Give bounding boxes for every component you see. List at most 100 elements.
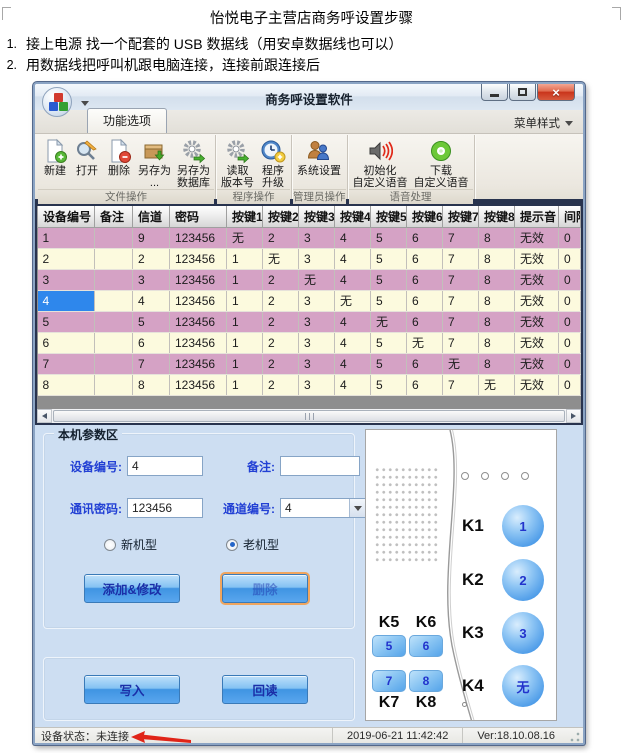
table-cell[interactable]: 1 (227, 353, 263, 374)
column-header[interactable]: 按键7 (443, 206, 479, 227)
key-button-k2[interactable]: 2 (502, 559, 544, 601)
table-cell[interactable]: 0 (559, 248, 581, 269)
table-cell[interactable]: 5 (371, 269, 407, 290)
ribbon-button-open[interactable]: 打开 (71, 137, 103, 189)
table-cell[interactable]: 5 (371, 374, 407, 395)
table-cell[interactable]: 0 (559, 227, 581, 248)
table-cell[interactable]: 0 (559, 269, 581, 290)
table-cell[interactable]: 4 (335, 353, 371, 374)
table-cell[interactable]: 0 (559, 290, 581, 311)
close-button[interactable]: × (537, 84, 575, 101)
resize-grip-icon[interactable] (569, 731, 581, 743)
table-cell[interactable]: 7 (38, 353, 95, 374)
table-cell[interactable]: 6 (133, 332, 170, 353)
table-cell[interactable]: 1 (227, 332, 263, 353)
table-cell[interactable]: 3 (299, 248, 335, 269)
table-cell[interactable]: 6 (407, 269, 443, 290)
table-cell[interactable] (95, 332, 133, 353)
ribbon-button-save-as[interactable]: 另存为 ... (135, 137, 174, 189)
table-cell[interactable]: 123456 (170, 269, 227, 290)
column-header[interactable]: 按键4 (335, 206, 371, 227)
table-cell[interactable]: 3 (299, 227, 335, 248)
table-cell[interactable]: 7 (443, 374, 479, 395)
table-cell[interactable]: 2 (263, 353, 299, 374)
horizontal-scrollbar[interactable] (35, 409, 583, 423)
table-cell[interactable]: 5 (371, 227, 407, 248)
scrollbar-thumb[interactable] (53, 410, 565, 422)
table-cell[interactable]: 123456 (170, 227, 227, 248)
column-header[interactable]: 密码 (170, 206, 227, 227)
ribbon-button-system-settings[interactable]: 系统设置 (294, 137, 344, 189)
table-cell[interactable]: 无效 (515, 332, 559, 353)
table-cell[interactable]: 5 (38, 311, 95, 332)
key-button-k5[interactable]: 5 (372, 635, 406, 657)
channel-select[interactable]: 4 (280, 498, 366, 518)
table-cell[interactable]: 6 (38, 332, 95, 353)
column-header[interactable]: 按键3 (299, 206, 335, 227)
table-cell[interactable]: 8 (479, 311, 515, 332)
table-cell[interactable]: 7 (443, 311, 479, 332)
table-cell[interactable]: 6 (407, 248, 443, 269)
table-cell[interactable]: 0 (559, 374, 581, 395)
table-cell[interactable]: 7 (443, 332, 479, 353)
table-cell[interactable]: 无 (443, 353, 479, 374)
table-cell[interactable]: 123456 (170, 332, 227, 353)
table-cell[interactable]: 3 (133, 269, 170, 290)
table-cell[interactable]: 无效 (515, 227, 559, 248)
table-cell[interactable]: 5 (371, 332, 407, 353)
table-cell[interactable]: 123456 (170, 374, 227, 395)
column-header[interactable]: 按键5 (371, 206, 407, 227)
table-cell[interactable]: 8 (479, 227, 515, 248)
table-cell[interactable]: 3 (299, 332, 335, 353)
table-cell[interactable]: 1 (227, 311, 263, 332)
table-cell[interactable]: 无效 (515, 290, 559, 311)
table-cell[interactable]: 3 (299, 290, 335, 311)
table-cell[interactable]: 无效 (515, 353, 559, 374)
column-header[interactable]: 按键8 (479, 206, 515, 227)
ribbon-button-delete[interactable]: 删除 (103, 137, 135, 189)
maximize-button[interactable] (509, 84, 536, 101)
table-cell[interactable]: 7 (443, 290, 479, 311)
table-cell[interactable]: 6 (407, 290, 443, 311)
table-cell[interactable]: 123456 (170, 311, 227, 332)
table-cell[interactable]: 无效 (515, 374, 559, 395)
table-cell[interactable]: 8 (479, 353, 515, 374)
ribbon-button-new[interactable]: 新建 (39, 137, 71, 189)
app-icon[interactable] (42, 87, 72, 117)
table-cell[interactable]: 4 (133, 290, 170, 311)
table-cell[interactable]: 无 (263, 248, 299, 269)
table-cell[interactable]: 5 (371, 353, 407, 374)
table-cell[interactable]: 4 (335, 227, 371, 248)
key-button-k1[interactable]: 1 (502, 505, 544, 547)
ribbon-button-init-voice[interactable]: 初始化 自定义语音 (350, 137, 411, 189)
table-cell[interactable]: 8 (479, 269, 515, 290)
table-cell[interactable] (95, 374, 133, 395)
table-cell[interactable]: 0 (559, 311, 581, 332)
table-cell[interactable]: 7 (443, 227, 479, 248)
table-cell[interactable]: 2 (263, 374, 299, 395)
table-cell[interactable]: 1 (227, 290, 263, 311)
table-cell[interactable]: 8 (479, 332, 515, 353)
add-modify-button[interactable]: 添加&修改 (84, 574, 180, 603)
table-cell[interactable]: 无效 (515, 269, 559, 290)
table-cell[interactable]: 2 (133, 248, 170, 269)
table-cell[interactable] (95, 227, 133, 248)
ribbon-button-upgrade[interactable]: 程序 升级 (257, 137, 289, 189)
table-cell[interactable]: 123456 (170, 290, 227, 311)
table-cell[interactable] (95, 290, 133, 311)
table-cell[interactable]: 8 (479, 290, 515, 311)
table-cell[interactable]: 无 (371, 311, 407, 332)
title-bar[interactable]: 商务呼设置软件 × (35, 84, 583, 110)
key-button-k4[interactable]: 无 (502, 665, 544, 707)
table-cell[interactable]: 6 (407, 227, 443, 248)
table-cell[interactable] (95, 311, 133, 332)
table-cell[interactable]: 6 (407, 311, 443, 332)
table-cell[interactable]: 无 (335, 290, 371, 311)
table-cell[interactable]: 1 (227, 374, 263, 395)
column-header[interactable]: 按键6 (407, 206, 443, 227)
table-cell[interactable]: 1 (227, 248, 263, 269)
column-header[interactable]: 设备编号 (38, 206, 95, 227)
table-cell[interactable]: 7 (133, 353, 170, 374)
column-header[interactable]: 信道 (133, 206, 170, 227)
column-header[interactable]: 提示音 (515, 206, 559, 227)
